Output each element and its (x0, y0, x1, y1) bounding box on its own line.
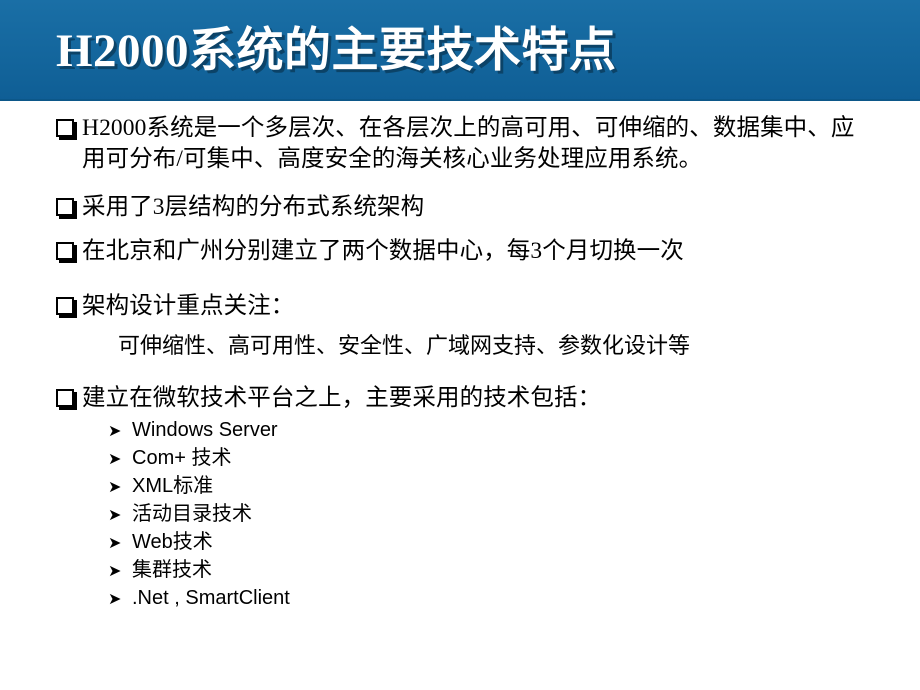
sub-list-item-3: ➤ XML标准 (108, 473, 213, 500)
bullet-item-2: 采用了3层结构的分布式系统架构 (56, 192, 424, 223)
sub-list-label-3: XML标准 (132, 475, 214, 497)
bullet-text-4-detail: 可伸缩性、高可用性、安全性、广域网支持、参数化设计等 (118, 333, 691, 358)
arrow-bullet-icon: ➤ (108, 505, 122, 524)
sub-list-item-7: ➤ .Net , SmartClient (108, 585, 290, 612)
arrow-bullet-icon: ➤ (108, 561, 122, 580)
arrow-bullet-icon: ➤ (108, 477, 122, 496)
page-title: H2000系统的主要技术特点 (56, 25, 617, 77)
bullet-text-5: 建立在微软技术平台之上，主要采用的技术包括： (82, 385, 602, 411)
presentation-slide: H2000系统的主要技术特点 H2000系统是一个多层次、在各层次上的高可用、可… (0, 0, 920, 690)
bullet-text-1: H2000系统是一个多层次、在各层次上的高可用、可伸缩的、数据集中、应用可分布/… (82, 115, 855, 172)
sub-list-label-2: Com+ 技术 (132, 447, 232, 469)
bullet-item-4: 架构设计重点关注： (56, 291, 294, 322)
bullet-item-3: 在北京和广州分别建立了两个数据中心，每3个月切换一次 (56, 236, 684, 267)
bullet-item-5: 建立在微软技术平台之上，主要采用的技术包括： (56, 383, 601, 414)
arrow-bullet-icon: ➤ (108, 421, 122, 440)
sub-list-label-5: Web技术 (132, 531, 213, 553)
bullet-text-4: 架构设计重点关注： (82, 293, 295, 319)
sub-list-item-6: ➤ 集群技术 (108, 557, 212, 584)
bullet-text-3: 在北京和广州分别建立了两个数据中心，每3个月切换一次 (82, 238, 684, 264)
square-bullet-icon (56, 236, 82, 266)
arrow-bullet-icon: ➤ (108, 589, 122, 608)
sub-list-label-4: 活动目录技术 (132, 503, 252, 525)
sub-list-item-4: ➤ 活动目录技术 (108, 501, 252, 528)
arrow-bullet-icon: ➤ (108, 533, 122, 552)
square-bullet-icon (56, 291, 82, 321)
square-bullet-icon (56, 113, 82, 143)
sub-list-label-7: .Net , SmartClient (132, 587, 290, 609)
sub-list-label-1: Windows Server (132, 419, 278, 441)
bullet-item-1: H2000系统是一个多层次、在各层次上的高可用、可伸缩的、数据集中、应用可分布/… (56, 113, 856, 175)
sub-list-item-2: ➤ Com+ 技术 (108, 445, 231, 472)
arrow-bullet-icon: ➤ (108, 449, 122, 468)
square-bullet-icon (56, 192, 82, 222)
slide-title-band: H2000系统的主要技术特点 (0, 0, 920, 101)
sub-list-label-6: 集群技术 (132, 559, 212, 581)
slide-body: H2000系统是一个多层次、在各层次上的高可用、可伸缩的、数据集中、应用可分布/… (0, 101, 920, 690)
square-bullet-icon (56, 383, 82, 413)
sub-list-item-5: ➤ Web技术 (108, 529, 213, 556)
sub-list-item-1: ➤ Windows Server (108, 417, 278, 444)
bullet-text-2: 采用了3层结构的分布式系统架构 (82, 194, 425, 220)
